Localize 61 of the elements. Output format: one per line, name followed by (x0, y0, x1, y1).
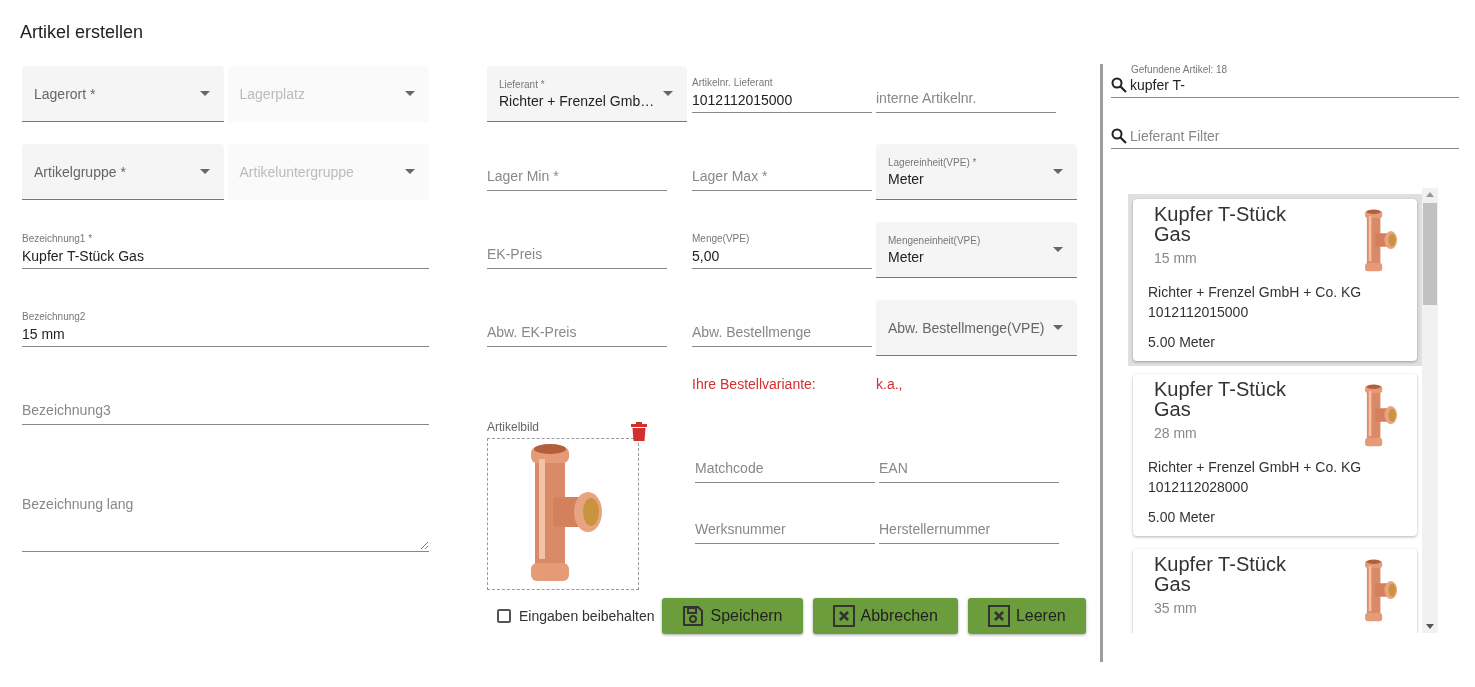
input-field[interactable]: Bezeichnung2 15 mm (22, 300, 429, 347)
action-button[interactable]: Abbrechen (812, 598, 958, 634)
input-field[interactable]: Menge(VPE) 5,00 (692, 222, 872, 269)
search-field[interactable]: Gefundene Artikel: 18 kupfer T- (1111, 64, 1459, 98)
select-field[interactable]: Lagerort * (22, 66, 224, 122)
input-field[interactable]: Lager Min * (487, 144, 667, 191)
input-field[interactable]: Abw. Bestellmenge (692, 300, 872, 347)
action-button[interactable]: Speichern (662, 598, 803, 634)
input-field[interactable]: interne Artikelnr. (876, 66, 1056, 113)
result-card[interactable]: Kupfer T-Stück Gas 28 mm Richter + Frenzel GmbH + Co. KG 1012112028000 5.00 Meter (1133, 374, 1417, 536)
input-field[interactable]: Bezeichnung1 * Kupfer T-Stück Gas (22, 222, 429, 269)
dropdown-arrow-icon[interactable] (1053, 169, 1063, 174)
action-button[interactable]: Leeren (967, 598, 1086, 634)
input-field[interactable]: Artikelnr. Lieferant 1012112015000 (692, 66, 872, 113)
scroll-down-arrow-icon[interactable] (1426, 624, 1434, 629)
input-field[interactable]: EAN (879, 436, 1059, 483)
input-field[interactable]: Werksnummer (695, 497, 875, 544)
card-quantity: 5.00 Meter (1148, 334, 1215, 350)
card-quantity: 5.00 Meter (1148, 509, 1215, 525)
page-title: Artikel erstellen (20, 22, 144, 43)
scrollbar-thumb[interactable] (1423, 203, 1437, 305)
select-field[interactable]: Artikelgruppe * (22, 144, 224, 200)
result-card[interactable]: Kupfer T-Stück Gas 35 mm (1133, 549, 1417, 633)
card-size: 15 mm (1154, 250, 1197, 266)
select-field[interactable]: Abw. Bestellmenge(VPE) (876, 300, 1077, 356)
select-field[interactable]: Mengeneinheit(VPE) Meter (876, 222, 1077, 278)
input-field[interactable]: Herstellernummer (879, 497, 1059, 544)
result-card[interactable]: Kupfer T-Stück Gas 15 mm Richter + Frenzel GmbH + Co. KG 1012112015000 5.00 Meter (1133, 199, 1417, 361)
close-box-icon (987, 605, 1010, 627)
search-icon (1111, 128, 1127, 144)
card-title: Kupfer T-Stück Gas (1154, 379, 1287, 419)
input-field[interactable]: Abw. EK-Preis (487, 300, 667, 347)
dropdown-arrow-icon[interactable] (1053, 325, 1063, 330)
card-title: Kupfer T-Stück Gas (1154, 204, 1287, 244)
dropdown-arrow-icon[interactable] (199, 169, 210, 174)
card-title: Kupfer T-Stück Gas (1154, 554, 1287, 594)
select-field[interactable]: Lagereinheit(VPE) * Meter (876, 144, 1077, 200)
search-icon (1111, 77, 1127, 93)
text-area[interactable]: Bezeichnung lang (22, 456, 429, 552)
trash-icon[interactable] (631, 422, 647, 441)
input-field[interactable]: Lager Max * (692, 144, 872, 191)
order-variant-value: k.a., (876, 376, 903, 392)
keep-inputs-checkbox[interactable]: Eingaben beibehalten (497, 608, 655, 624)
resize-grip-icon[interactable] (420, 541, 428, 549)
card-size: 28 mm (1154, 425, 1197, 441)
close-box-icon (832, 605, 855, 627)
dropdown-arrow-icon[interactable] (663, 91, 673, 96)
input-field[interactable]: EK-Preis (487, 222, 667, 269)
input-field[interactable]: Matchcode (695, 436, 875, 483)
supplier-filter-field[interactable]: Lieferant Filter (1111, 128, 1459, 149)
card-size: 35 mm (1154, 600, 1197, 616)
order-variant-label: Ihre Bestellvariante: (692, 376, 817, 392)
card-supplier: Richter + Frenzel GmbH + Co. KG 1012112015000 (1148, 283, 1362, 322)
image-drop-area[interactable] (487, 438, 639, 590)
input-field[interactable]: Bezeichnung3 (22, 378, 429, 425)
scrollbar[interactable] (1422, 188, 1438, 633)
select-field[interactable]: Lieferant * Richter + Frenzel Gmb… (487, 66, 687, 122)
dropdown-arrow-icon[interactable] (1053, 247, 1063, 252)
image-label: Artikelbild (487, 420, 541, 434)
dropdown-arrow-icon[interactable] (199, 91, 210, 96)
card-supplier: Richter + Frenzel GmbH + Co. KG 1012112028000 (1148, 458, 1362, 497)
